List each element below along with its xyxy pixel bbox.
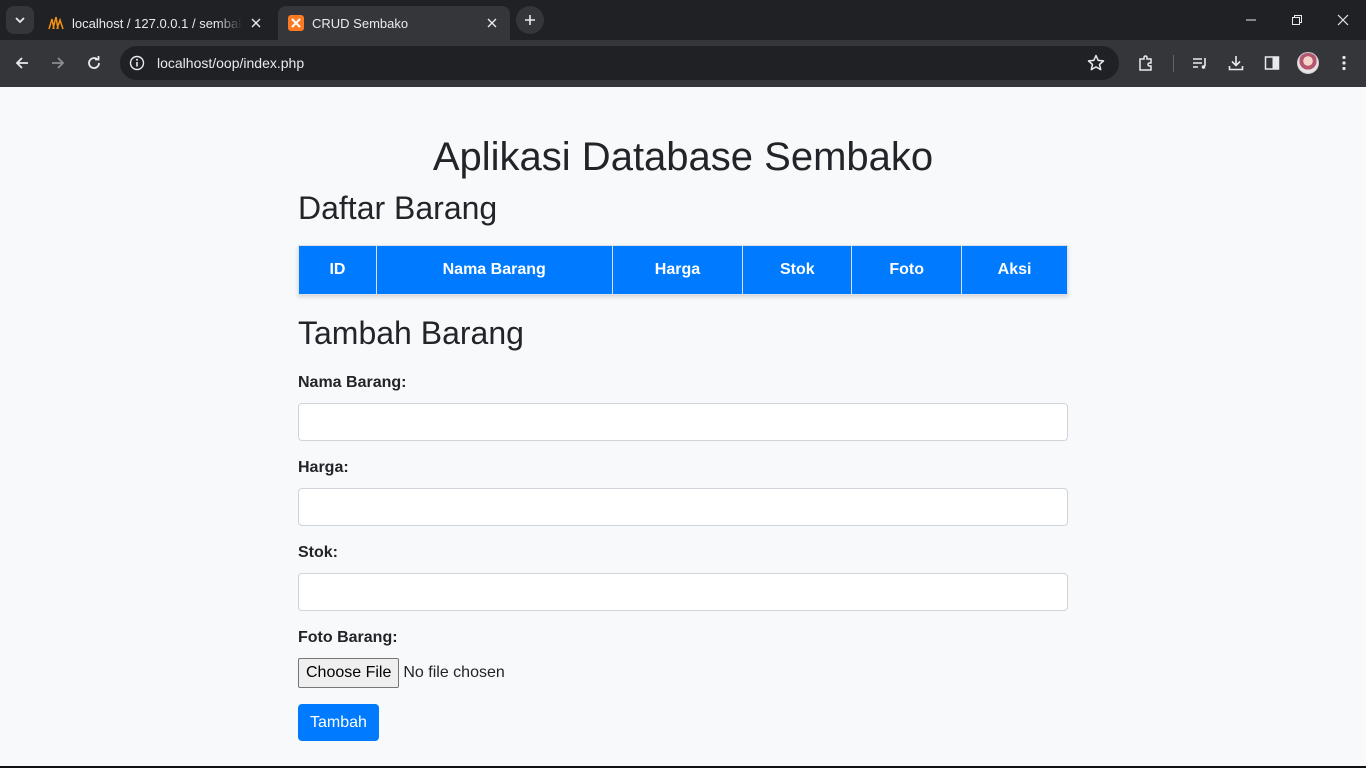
media-controls-button[interactable] <box>1185 48 1215 78</box>
stok-input[interactable] <box>298 573 1068 611</box>
column-header-id: ID <box>298 245 377 295</box>
reload-button[interactable] <box>79 48 109 78</box>
column-header-harga: Harga <box>611 245 744 295</box>
xampp-icon <box>288 15 304 31</box>
plus-icon <box>525 15 535 25</box>
downloads-button[interactable] <box>1221 48 1251 78</box>
tab-search-button[interactable] <box>6 6 34 34</box>
minimize-button[interactable] <box>1228 0 1274 40</box>
harga-label: Harga: <box>298 459 349 476</box>
nama-barang-label: Nama Barang: <box>298 374 407 391</box>
close-icon[interactable] <box>248 15 264 31</box>
restore-icon <box>1292 15 1302 25</box>
tambah-button[interactable]: Tambah <box>298 704 379 741</box>
side-panel-button[interactable] <box>1257 48 1287 78</box>
file-status-text: No file chosen <box>403 664 505 681</box>
phpmyadmin-icon <box>48 15 64 31</box>
tab-title: localhost / 127.0.0.1 / sembako <box>72 15 242 31</box>
forward-button[interactable] <box>43 48 73 78</box>
bookmark-star-icon[interactable] <box>1081 48 1111 78</box>
close-window-button[interactable] <box>1320 0 1366 40</box>
menu-button[interactable] <box>1329 48 1359 78</box>
close-icon[interactable] <box>484 15 500 31</box>
browser-toolbar: localhost/oop/index.php <box>0 40 1366 87</box>
chevron-down-icon <box>15 17 25 24</box>
side-panel-icon <box>1264 56 1280 70</box>
back-button[interactable] <box>7 48 37 78</box>
minimize-icon <box>1246 19 1256 21</box>
tab-phpmyadmin[interactable]: localhost / 127.0.0.1 / sembako <box>38 6 274 40</box>
close-icon <box>1337 14 1349 26</box>
harga-input[interactable] <box>298 488 1068 526</box>
extensions-button[interactable] <box>1131 48 1161 78</box>
column-header-foto: Foto <box>851 245 963 295</box>
puzzle-icon <box>1139 55 1152 71</box>
toolbar-divider <box>1173 55 1174 72</box>
site-info-icon[interactable] <box>122 48 152 78</box>
download-icon <box>1228 56 1244 71</box>
column-header-aksi: Aksi <box>961 245 1068 295</box>
arrow-left-icon <box>15 57 28 69</box>
tab-strip: localhost / 127.0.0.1 / sembako CRUD Sem… <box>0 0 1366 40</box>
column-header-stok: Stok <box>742 245 853 295</box>
table-header-row: ID Nama Barang Harga Stok Foto Aksi <box>298 245 1068 295</box>
restore-button[interactable] <box>1274 0 1320 40</box>
profile-avatar[interactable] <box>1297 52 1319 74</box>
list-heading: Daftar Barang <box>298 190 498 226</box>
foto-barang-label: Foto Barang: <box>298 629 398 646</box>
reload-icon <box>88 56 100 69</box>
stok-label: Stok: <box>298 544 338 561</box>
form-heading: Tambah Barang <box>298 315 524 351</box>
more-vert-icon <box>1342 55 1346 71</box>
new-tab-button[interactable] <box>516 6 544 34</box>
file-input: Choose File No file chosen <box>298 658 505 688</box>
choose-file-button[interactable]: Choose File <box>298 658 400 688</box>
tab-crud-sembako[interactable]: CRUD Sembako <box>278 6 510 40</box>
page-title: Aplikasi Database Sembako <box>432 135 934 179</box>
address-bar[interactable]: localhost/oop/index.php <box>120 46 1119 80</box>
url-text: localhost/oop/index.php <box>157 55 305 71</box>
column-header-nama-barang: Nama Barang <box>375 245 613 295</box>
items-table: ID Nama Barang Harga Stok Foto Aksi <box>298 245 1068 295</box>
nama-barang-input[interactable] <box>298 403 1068 441</box>
arrow-right-icon <box>52 57 65 69</box>
playlist-icon <box>1193 58 1206 69</box>
tab-title: CRUD Sembako <box>312 15 409 31</box>
page-content: Aplikasi Database Sembako Daftar Barang … <box>0 87 1366 768</box>
